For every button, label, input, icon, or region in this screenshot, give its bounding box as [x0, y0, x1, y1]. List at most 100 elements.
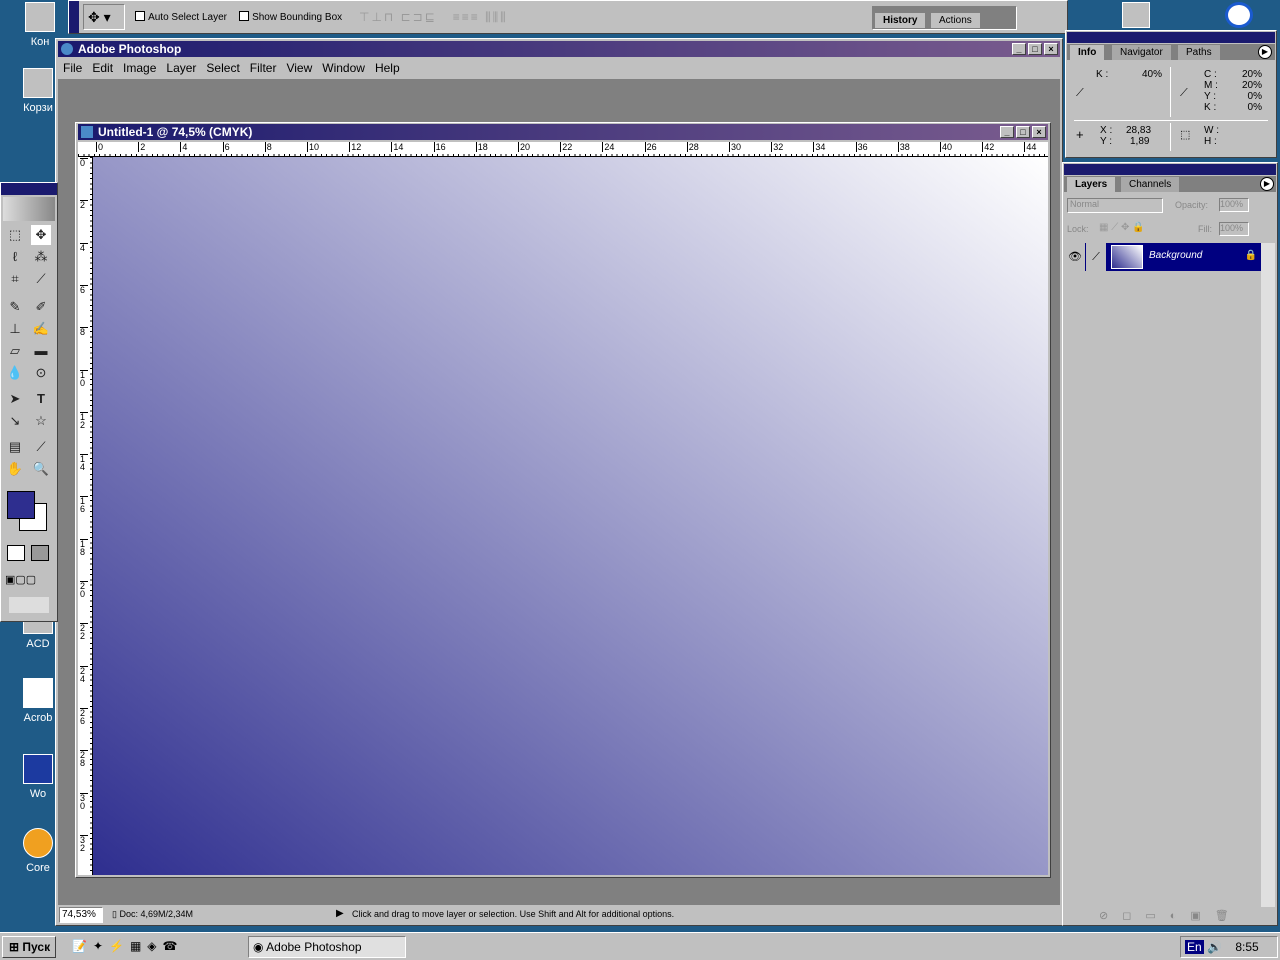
- menu-select[interactable]: Select: [206, 61, 239, 75]
- magic-wand-icon[interactable]: ⁂: [31, 247, 51, 267]
- tab-layers[interactable]: Layers: [1067, 177, 1116, 192]
- healing-brush-icon[interactable]: ✎: [5, 297, 25, 317]
- eyedropper-icon[interactable]: ⟋: [31, 437, 51, 457]
- taskbar-photoshop[interactable]: ◉ Adobe Photoshop: [248, 936, 406, 958]
- opacity-field[interactable]: 100%: [1219, 198, 1249, 212]
- menu-edit[interactable]: Edit: [92, 61, 113, 75]
- align-buttons[interactable]: ⊤⊥⊓ ⊏⊐⊑ ≡≡≡ ⫼⫼⫼: [359, 10, 508, 25]
- palette-menu-button[interactable]: ▶: [1260, 177, 1274, 191]
- standard-mode-icon[interactable]: [7, 545, 25, 561]
- canvas[interactable]: [93, 157, 1048, 875]
- brush-link-icon[interactable]: ⟋: [1086, 243, 1106, 271]
- layers-palette-titlebar[interactable]: [1064, 164, 1276, 175]
- doc-close-button[interactable]: ×: [1032, 126, 1046, 138]
- ruler-tick-label: 0: [80, 158, 88, 168]
- desktop-icon-connection[interactable]: [1122, 2, 1150, 28]
- checkbox-label: Auto Select Layer: [148, 12, 227, 23]
- layer-name[interactable]: Background: [1149, 250, 1202, 261]
- y-value: 0%: [1247, 91, 1262, 102]
- menu-layer[interactable]: Layer: [166, 61, 196, 75]
- tool-preset-picker[interactable]: ✥ ▾: [83, 4, 125, 30]
- toolbox-titlebar[interactable]: [1, 183, 57, 195]
- layers-scrollbar[interactable]: [1261, 243, 1275, 907]
- marquee-tool-icon[interactable]: ⬚: [5, 225, 25, 245]
- k-label: K :: [1204, 102, 1217, 113]
- menu-window[interactable]: Window: [322, 61, 365, 75]
- tab-actions[interactable]: Actions: [931, 13, 980, 28]
- tab-paths[interactable]: Paths: [1178, 45, 1220, 60]
- options-grip[interactable]: [69, 1, 79, 33]
- shape-tool-icon[interactable]: ☆: [31, 411, 51, 431]
- zoom-field[interactable]: 74,53%: [59, 907, 103, 923]
- doc-maximize-button[interactable]: □: [1016, 126, 1030, 138]
- doc-minimize-button[interactable]: _: [1000, 126, 1014, 138]
- notes-tool-icon[interactable]: ▤: [5, 437, 25, 457]
- pen-tool-icon[interactable]: ↘: [5, 411, 25, 431]
- fill-field[interactable]: 100%: [1219, 222, 1249, 236]
- document-titlebar[interactable]: Untitled-1 @ 74,5% (CMYK) _ □ ×: [78, 124, 1048, 140]
- type-tool-icon[interactable]: T: [31, 389, 51, 409]
- move-tool-icon[interactable]: ✥: [31, 225, 51, 245]
- brush-tool-icon[interactable]: ✐: [31, 297, 51, 317]
- auto-select-layer-checkbox[interactable]: Auto Select Layer: [135, 11, 227, 23]
- path-select-icon[interactable]: ➤: [5, 389, 25, 409]
- checkbox-label: Show Bounding Box: [252, 12, 343, 23]
- desktop-icon-recycle[interactable]: Корзи: [18, 68, 58, 114]
- zoom-tool-icon[interactable]: 🔍: [31, 459, 51, 479]
- visibility-eye-icon[interactable]: 👁: [1065, 243, 1085, 271]
- desktop-icon-browser[interactable]: [1225, 2, 1253, 28]
- blur-tool-icon[interactable]: 💧: [5, 363, 25, 383]
- blend-mode-select[interactable]: Normal: [1067, 198, 1163, 213]
- layer-bottom-buttons[interactable]: ⊘◻▭◐▣🗑: [1099, 909, 1243, 922]
- history-brush-icon[interactable]: ✍: [31, 319, 51, 339]
- stamp-tool-icon[interactable]: ⊥: [5, 319, 25, 339]
- volume-icon[interactable]: 🔊: [1207, 940, 1222, 954]
- menu-image[interactable]: Image: [123, 61, 156, 75]
- jump-to-imageready-icon[interactable]: [9, 597, 49, 613]
- menu-help[interactable]: Help: [375, 61, 400, 75]
- doc-size-text: Doc: 4,69M/2,34M: [119, 909, 193, 919]
- doc-size[interactable]: ▯ Doc: 4,69M/2,34M: [112, 909, 193, 920]
- desktop-icon-computer[interactable]: Кон: [20, 2, 60, 48]
- minimize-button[interactable]: _: [1012, 43, 1026, 55]
- tab-history[interactable]: History: [875, 13, 926, 28]
- eraser-tool-icon[interactable]: ▱: [5, 341, 25, 361]
- gradient-tool-icon[interactable]: ▬: [31, 341, 51, 361]
- lock-icons[interactable]: ▦ ⟋ ✥ 🔒: [1099, 222, 1145, 233]
- desktop-icon-corel[interactable]: Core: [18, 828, 58, 874]
- adobe-online-icon[interactable]: [3, 197, 55, 221]
- tab-info[interactable]: Info: [1070, 45, 1105, 60]
- lasso-tool-icon[interactable]: ℓ: [5, 247, 25, 267]
- maximize-button[interactable]: □: [1028, 43, 1042, 55]
- menu-view[interactable]: View: [286, 61, 312, 75]
- layer-row-background[interactable]: 👁 ⟋ Background 🔒: [1065, 243, 1261, 271]
- show-bounding-box-checkbox[interactable]: Show Bounding Box: [239, 11, 342, 23]
- status-bar: 74,53% ▯ Doc: 4,69M/2,34M ▶ Click and dr…: [58, 905, 1060, 925]
- status-menu-arrow[interactable]: ▶: [336, 908, 344, 919]
- palette-menu-button[interactable]: ▶: [1258, 45, 1272, 59]
- app-titlebar[interactable]: Adobe Photoshop _ □ ×: [58, 41, 1060, 57]
- ruler-top[interactable]: 0 2 4 6 8 10 12 14 16 18 20 22 24 26 28 30 32 34 36 38 40 42 4…: [78, 142, 1048, 157]
- desktop-icon-word[interactable]: Wo: [18, 754, 58, 800]
- language-indicator[interactable]: En: [1185, 940, 1204, 954]
- tab-navigator[interactable]: Navigator: [1112, 45, 1171, 60]
- menu-filter[interactable]: Filter: [250, 61, 277, 75]
- tab-channels[interactable]: Channels: [1121, 177, 1180, 192]
- desktop-icon-acrobat[interactable]: Acrob: [18, 678, 58, 724]
- slice-tool-icon[interactable]: ⟋: [31, 269, 51, 289]
- c-label: C :: [1204, 69, 1217, 80]
- hand-tool-icon[interactable]: ✋: [5, 459, 25, 479]
- foreground-color-swatch[interactable]: [7, 491, 35, 519]
- dodge-tool-icon[interactable]: ⊙: [31, 363, 51, 383]
- start-button[interactable]: ⊞ Пуск: [2, 936, 56, 958]
- quick-launch[interactable]: 📝✦⚡▦◈☎: [72, 936, 183, 958]
- screen-mode-icons[interactable]: ▣▢▢: [5, 573, 36, 586]
- info-palette-titlebar[interactable]: [1067, 32, 1275, 43]
- crop-tool-icon[interactable]: ⌗: [5, 269, 25, 289]
- menu-file[interactable]: File: [63, 61, 82, 75]
- quick-mask-icon[interactable]: [31, 545, 49, 561]
- app-title: Adobe Photoshop: [78, 42, 182, 56]
- ruler-left[interactable]: 02468101214161820222426283032: [78, 157, 93, 875]
- close-button[interactable]: ×: [1044, 43, 1058, 55]
- ruler-tick-label: 0: [96, 142, 104, 152]
